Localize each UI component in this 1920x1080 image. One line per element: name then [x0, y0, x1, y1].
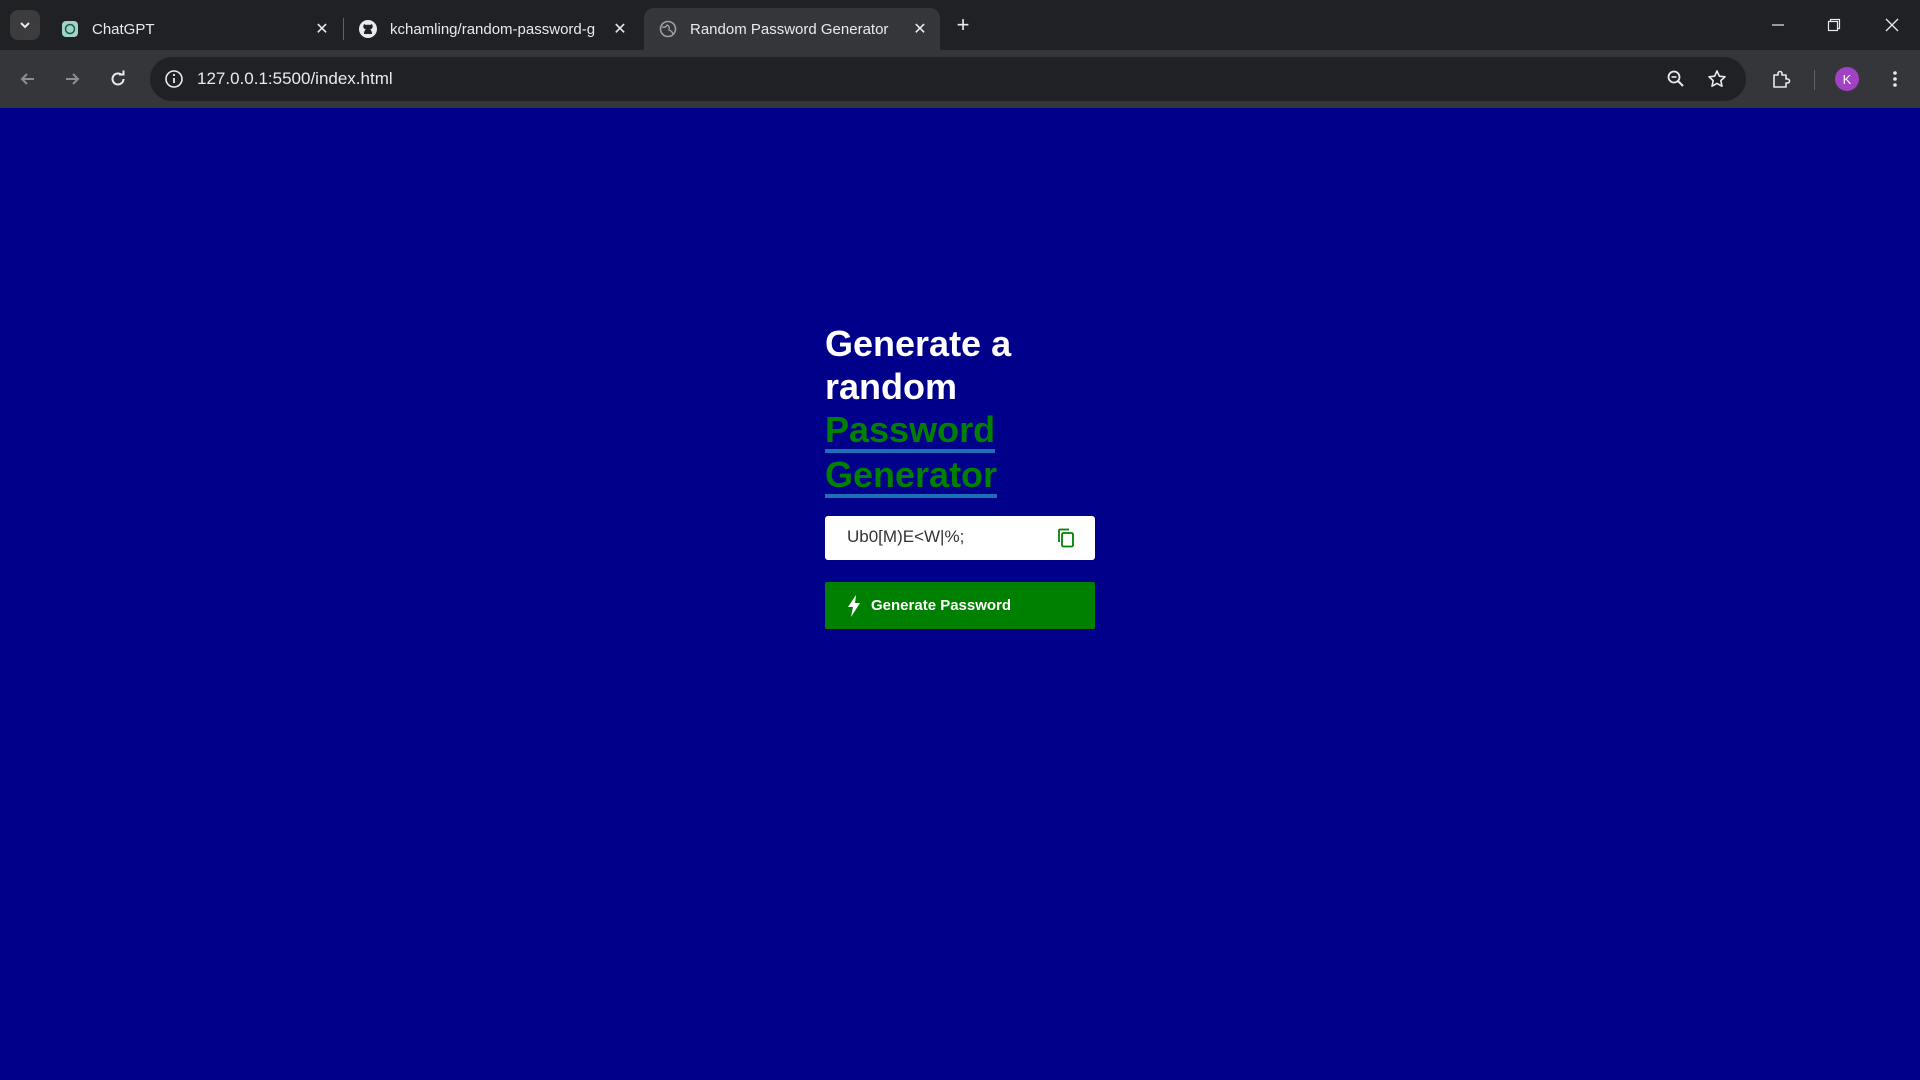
globe-icon [658, 19, 678, 39]
generator-container: Generate a random Password Generator Ub0… [825, 322, 1095, 629]
close-icon [1885, 18, 1899, 32]
heading-highlight-generator: Generator [825, 456, 998, 498]
plus-icon: + [956, 12, 970, 37]
github-icon [358, 19, 378, 39]
profile-avatar[interactable]: K [1835, 67, 1859, 91]
info-icon[interactable] [162, 67, 186, 91]
page-title: Generate a random Password Generator [825, 322, 1095, 498]
close-icon[interactable]: ✕ [310, 17, 334, 41]
arrow-left-icon [20, 73, 34, 85]
tab-title: kchamling/random-password-g [390, 20, 596, 38]
bookmark-star-icon[interactable] [1705, 67, 1729, 91]
close-icon[interactable]: ✕ [608, 17, 632, 41]
close-icon[interactable]: ✕ [908, 17, 932, 41]
copy-icon[interactable] [1055, 527, 1077, 549]
address-bar[interactable]: 127.0.0.1:5500/index.html [150, 57, 1746, 101]
generate-password-button[interactable]: Generate Password [825, 582, 1095, 629]
minimize-icon [1772, 24, 1784, 26]
reload-button[interactable] [102, 63, 134, 95]
back-button[interactable] [12, 63, 44, 95]
arrow-right-icon [66, 73, 80, 85]
password-value: Ub0[M)E<W|%; [847, 527, 965, 546]
zoom-icon[interactable] [1664, 67, 1688, 91]
puzzle-icon [1773, 70, 1791, 88]
tab-title: Random Password Generator [690, 20, 889, 38]
password-display[interactable]: Ub0[M)E<W|%; [825, 516, 1095, 560]
generate-password-label: Generate Password [871, 597, 1012, 614]
reload-icon [111, 70, 125, 86]
url-text: 127.0.0.1:5500/index.html [197, 69, 393, 88]
tab-search-button[interactable] [10, 10, 40, 40]
lightning-bolt-icon [845, 593, 863, 619]
restore-icon [1827, 18, 1841, 32]
browser-tab-strip: ChatGPT ✕ kchamling/random-password-g ✕ … [0, 0, 1920, 50]
minimize-button[interactable] [1750, 0, 1806, 50]
close-window-button[interactable] [1864, 0, 1920, 50]
chatgpt-icon [60, 19, 80, 39]
profile-initial: K [1842, 71, 1852, 87]
heading-highlight-password: Password [825, 411, 996, 453]
extensions-button[interactable] [1765, 63, 1797, 95]
chevron-down-icon [20, 22, 30, 29]
menu-button[interactable] [1879, 63, 1911, 95]
new-tab-button[interactable]: + [948, 10, 978, 40]
toolbar-divider [1814, 70, 1815, 90]
tab-chatgpt[interactable]: ChatGPT ✕ [46, 8, 342, 50]
heading-line-1: Generate a [825, 323, 1012, 364]
more-vert-icon [1893, 71, 1897, 87]
tab-github[interactable]: kchamling/random-password-g ✕ [344, 8, 640, 50]
browser-toolbar: 127.0.0.1:5500/index.html [0, 50, 1920, 108]
page-viewport: Generate a random Password Generator Ub0… [0, 108, 1920, 1080]
tab-title: ChatGPT [92, 20, 155, 38]
tab-random-password-generator[interactable]: Random Password Generator ✕ [644, 8, 940, 50]
restore-button[interactable] [1806, 0, 1862, 50]
forward-button[interactable] [56, 63, 88, 95]
heading-line-2: random [825, 366, 958, 407]
